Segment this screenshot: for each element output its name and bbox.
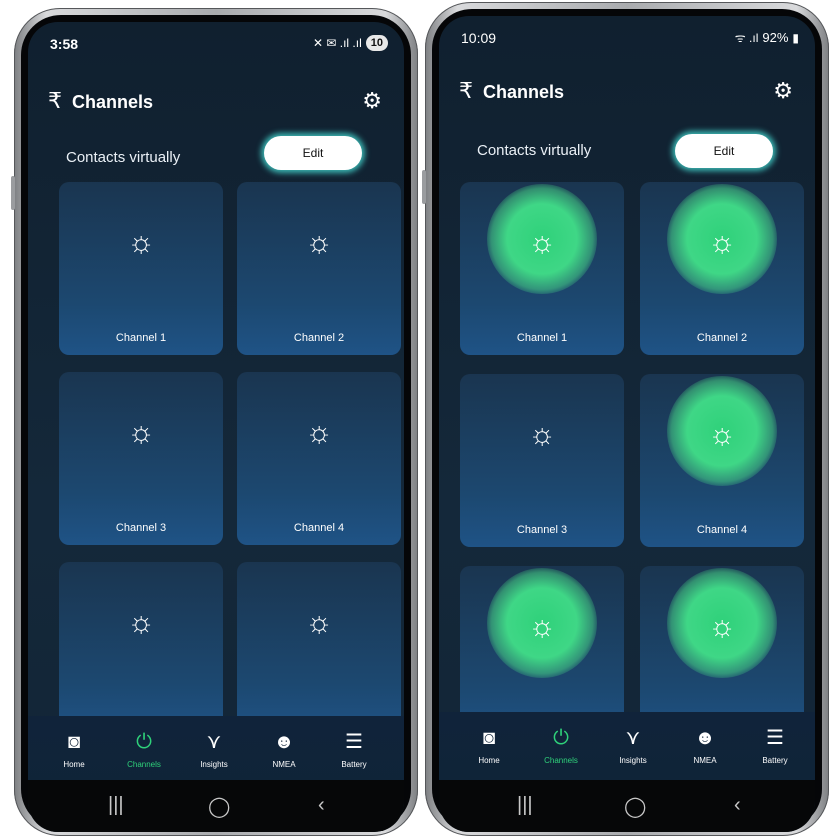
nav-label: NMEA	[693, 756, 717, 765]
nav-label: Home	[63, 760, 85, 769]
back-icon[interactable]: ‹	[318, 794, 325, 817]
system-nav: ||| ◯ ‹	[439, 780, 815, 832]
status-time: 3:58	[50, 36, 79, 52]
bottom-nav: ◙ Home ⏻ Channels ⋎ Insights ☻ NMEA ☰ Ba…	[439, 712, 815, 780]
gear-icon[interactable]: ⚙	[362, 88, 382, 114]
app-bar: ₹ Channels ⚙	[439, 74, 815, 114]
phone-right: 10:09 ᯤ .ıl 92% ▮ ₹ Channels ⚙ Contacts …	[422, 2, 829, 836]
power-icon: ⏻	[136, 731, 152, 753]
channel-label: Channel 4	[293, 522, 345, 534]
home-button-icon[interactable]: ◯	[208, 794, 230, 819]
nav-label: Battery	[762, 756, 788, 765]
bulb-icon: ☼	[708, 418, 736, 451]
section-label: Contacts virtually	[477, 142, 592, 159]
status-time: 10:09	[461, 30, 497, 46]
home-icon: ◙	[67, 731, 81, 753]
nav-label: Insights	[200, 760, 228, 769]
channel-label: Channel 4	[696, 524, 748, 536]
gauge-icon: ☻	[273, 731, 295, 753]
system-nav: ||| ◯ ‹	[28, 780, 404, 832]
home-icon: ◙	[482, 727, 496, 749]
battery-badge: 10	[365, 35, 388, 51]
bulb-icon: ☼	[127, 416, 155, 449]
app-bar: ₹ Channels ⚙	[28, 84, 404, 124]
nav-home[interactable]: ◙ Home	[459, 726, 519, 765]
battery-percent: 92%	[762, 30, 789, 45]
channel-tile-4[interactable]: ☼ Channel 4	[237, 372, 401, 545]
nav-label: Channels	[127, 760, 161, 769]
status-icons: ᯤ .ıl 92% ▮	[735, 29, 799, 46]
channel-tile-3[interactable]: ☼ Channel 3	[59, 372, 223, 545]
nav-label: Battery	[341, 760, 367, 769]
edit-button[interactable]: Edit	[675, 134, 773, 168]
back-icon[interactable]: ‹	[734, 794, 741, 817]
side-button	[422, 170, 426, 204]
signal-icon: ✕ ✉ .ıl .ıl	[312, 36, 362, 50]
menu-icon[interactable]: ₹	[459, 78, 473, 104]
status-bar: 3:58 ✕ ✉ .ıl .ıl 10	[28, 22, 404, 56]
bulb-icon: ☼	[528, 610, 556, 643]
gear-icon[interactable]: ⚙	[773, 78, 793, 104]
nav-channels[interactable]: ⏻ Channels	[531, 726, 591, 765]
recents-icon[interactable]: |||	[517, 794, 533, 817]
channel-label: Channel 3	[516, 524, 568, 536]
nav-nmea[interactable]: ☻ NMEA	[675, 726, 735, 765]
battery-icon: ☰	[345, 731, 363, 753]
nav-label: Home	[478, 756, 500, 765]
phone-left: 3:58 ✕ ✉ .ıl .ıl 10 ₹ Channels ⚙ Contact…	[11, 8, 418, 836]
channel-label: Channel 3	[115, 522, 167, 534]
status-icons: ✕ ✉ .ıl .ıl 10	[313, 35, 388, 51]
section-label: Contacts virtually	[66, 149, 181, 166]
screen-right: 10:09 ᯤ .ıl 92% ▮ ₹ Channels ⚙ Contacts …	[439, 16, 815, 832]
wifi-signal-icon: ᯤ .ıl	[734, 31, 759, 45]
edit-button[interactable]: Edit	[264, 136, 362, 170]
channel-tile-1[interactable]: ☼ Channel 1	[59, 182, 223, 355]
nav-battery[interactable]: ☰ Battery	[324, 730, 384, 769]
channel-tile-2[interactable]: ☼ Channel 2	[237, 182, 401, 355]
home-button-icon[interactable]: ◯	[624, 794, 646, 819]
page-title: Channels	[72, 92, 154, 112]
nav-battery[interactable]: ☰ Battery	[745, 726, 805, 765]
channel-tile-4[interactable]: ☼ Channel 4	[640, 374, 804, 547]
nav-nmea[interactable]: ☻ NMEA	[254, 730, 314, 769]
bulb-icon: ☼	[305, 416, 333, 449]
gauge-icon: ☻	[694, 727, 716, 749]
recents-icon[interactable]: |||	[108, 794, 124, 817]
nav-insights[interactable]: ⋎ Insights	[184, 730, 244, 769]
bulb-icon: ☼	[305, 606, 333, 639]
channel-tile-6[interactable]: ☼	[237, 562, 401, 735]
page-title: Channels	[483, 82, 565, 102]
battery-icon: ▮	[792, 30, 799, 45]
screen-left: 3:58 ✕ ✉ .ıl .ıl 10 ₹ Channels ⚙ Contact…	[28, 22, 404, 832]
battery-icon: ☰	[766, 727, 784, 749]
side-button	[11, 176, 15, 210]
bulb-icon: ☼	[305, 226, 333, 259]
menu-icon[interactable]: ₹	[48, 88, 62, 114]
channel-tile-5[interactable]: ☼	[59, 562, 223, 735]
nav-insights[interactable]: ⋎ Insights	[603, 726, 663, 765]
bulb-icon: ☼	[127, 606, 155, 639]
nav-label: Insights	[619, 756, 647, 765]
nav-home[interactable]: ◙ Home	[44, 730, 104, 769]
channel-label: Channel 1	[516, 332, 568, 344]
channel-tile-1[interactable]: ☼ Channel 1	[460, 182, 624, 355]
channel-label: Channel 1	[115, 332, 167, 344]
channel-tile-3[interactable]: ☼ Channel 3	[460, 374, 624, 547]
channel-tile-2[interactable]: ☼ Channel 2	[640, 182, 804, 355]
bulb-icon: ☼	[528, 418, 556, 451]
channel-label: Channel 2	[696, 332, 748, 344]
insights-icon: ⋎	[206, 731, 222, 753]
nav-label: NMEA	[272, 760, 296, 769]
bulb-icon: ☼	[708, 610, 736, 643]
nav-channels[interactable]: ⏻ Channels	[114, 730, 174, 769]
bulb-icon: ☼	[708, 226, 736, 259]
power-icon: ⏻	[553, 727, 569, 749]
status-bar: 10:09 ᯤ .ıl 92% ▮	[439, 16, 815, 50]
channel-label: Channel 2	[293, 332, 345, 344]
bulb-icon: ☼	[127, 226, 155, 259]
nav-label: Channels	[544, 756, 578, 765]
insights-icon: ⋎	[625, 727, 641, 749]
bulb-icon: ☼	[528, 226, 556, 259]
